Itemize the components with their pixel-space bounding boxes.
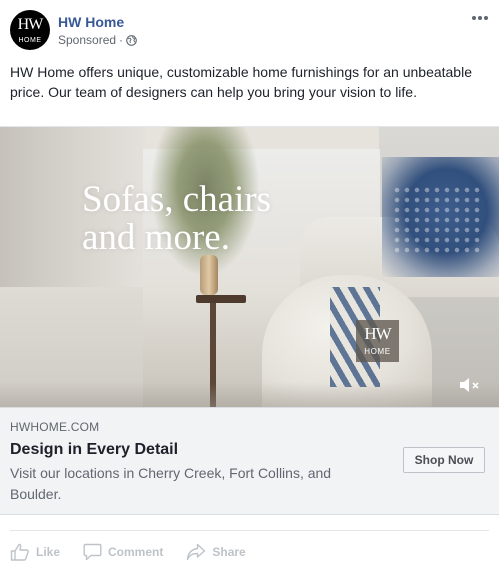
logo-mark-subtext: HOME <box>364 347 391 356</box>
link-domain: HWHOME.COM <box>10 420 100 434</box>
post-actions: Like Comment Share <box>10 540 269 564</box>
like-button[interactable]: Like <box>10 543 60 561</box>
media-side-table <box>196 295 246 303</box>
share-button[interactable]: Share <box>186 543 246 561</box>
media-pillow-pattern <box>392 185 482 255</box>
comment-icon <box>83 543 102 561</box>
brand-logo-mark: HW HOME <box>356 320 399 362</box>
page-name-link[interactable]: HW Home <box>58 14 124 30</box>
avatar-logo-subtext: HOME <box>18 37 42 44</box>
avatar-logo-text: HW <box>17 16 44 33</box>
like-icon <box>10 543 29 561</box>
media-vase <box>200 255 218 295</box>
share-label: Share <box>212 545 246 559</box>
media-floor <box>0 382 499 408</box>
globe-icon <box>126 34 137 46</box>
link-description: Visit our locations in Cherry Creek, For… <box>10 465 332 502</box>
sponsored-post: HW HOME HW Home Sponsored · HW Home offe… <box>0 0 499 571</box>
logo-mark-text: HW <box>364 324 391 343</box>
actions-divider <box>10 530 489 531</box>
post-text: HW Home offers unique, customizable home… <box>10 64 472 100</box>
link-title[interactable]: Design in Every Detail <box>10 441 178 459</box>
headline-line-1: Sofas, chairs <box>82 179 272 220</box>
like-label: Like <box>36 545 61 559</box>
ad-video[interactable]: Sofas, chairs and more. HW HOME <box>0 126 499 408</box>
sponsored-label[interactable]: Sponsored <box>58 33 116 47</box>
meta-separator: · <box>119 33 124 47</box>
post-header: HW HOME HW Home Sponsored · <box>10 10 489 54</box>
shop-now-button[interactable]: Shop Now <box>403 447 485 473</box>
comment-button[interactable]: Comment <box>83 543 163 561</box>
post-meta: Sponsored · <box>58 33 137 47</box>
share-icon <box>187 543 206 561</box>
link-preview[interactable]: HWHOME.COM Design in Every Detail Visit … <box>0 407 499 515</box>
headline-line-2: and more. <box>82 217 230 258</box>
comment-label: Comment <box>108 545 164 559</box>
avatar[interactable]: HW HOME <box>10 10 50 50</box>
mute-icon[interactable] <box>458 376 482 394</box>
ad-headline: Sofas, chairs and more. <box>82 181 271 257</box>
more-options-icon[interactable] <box>471 15 489 21</box>
